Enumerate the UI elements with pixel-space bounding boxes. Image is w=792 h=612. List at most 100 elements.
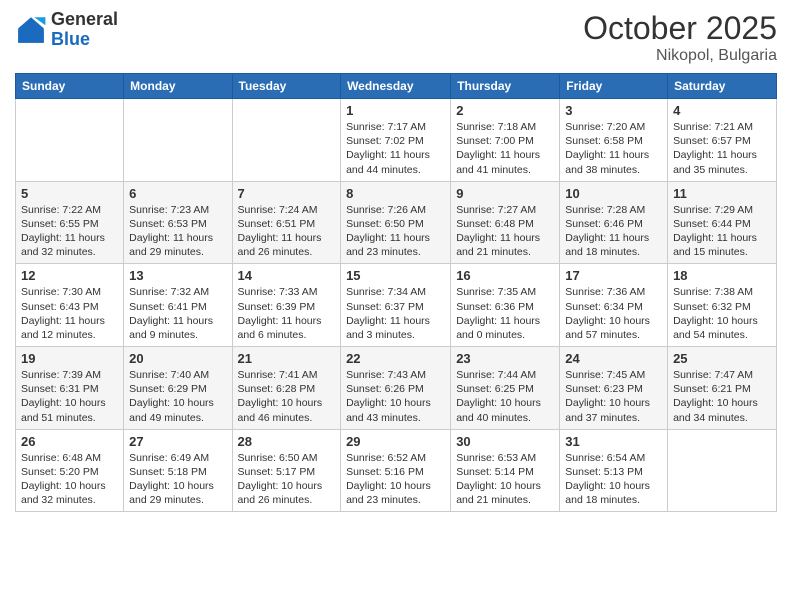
calendar-cell: 17Sunrise: 7:36 AMSunset: 6:34 PMDayligh… — [560, 264, 668, 347]
day-number: 30 — [456, 434, 554, 449]
day-number: 12 — [21, 268, 118, 283]
day-number: 9 — [456, 186, 554, 201]
day-number: 17 — [565, 268, 662, 283]
day-number: 1 — [346, 103, 445, 118]
calendar-cell: 5Sunrise: 7:22 AMSunset: 6:55 PMDaylight… — [16, 181, 124, 264]
day-info: Sunrise: 7:43 AMSunset: 6:26 PMDaylight:… — [346, 368, 445, 425]
logo-blue: Blue — [51, 30, 118, 50]
day-info: Sunrise: 6:48 AMSunset: 5:20 PMDaylight:… — [21, 451, 118, 508]
calendar-cell — [124, 99, 232, 182]
day-number: 7 — [238, 186, 336, 201]
day-info: Sunrise: 7:27 AMSunset: 6:48 PMDaylight:… — [456, 203, 554, 260]
calendar-cell: 4 Sunrise: 7:21 AMSunset: 6:57 PMDaylight… — [668, 99, 777, 182]
day-info: Sunrise: 7:28 AMSunset: 6:46 PMDaylight:… — [565, 203, 662, 260]
header-row: Sunday Monday Tuesday Wednesday Thursday… — [16, 74, 777, 99]
day-number: 21 — [238, 351, 336, 366]
calendar-cell: 10 Sunrise: 7:28 AMSunset: 6:46 PMDayligh… — [560, 181, 668, 264]
day-info: Sunrise: 7:41 AMSunset: 6:28 PMDaylight:… — [238, 368, 336, 425]
calendar-cell: 31 Sunrise: 6:54 AMSunset: 5:13 PMDayligh… — [560, 429, 668, 512]
calendar-body: 1Sunrise: 7:17 AMSunset: 7:02 PMDaylight… — [16, 99, 777, 512]
day-number: 20 — [129, 351, 226, 366]
day-number: 10 — [565, 186, 662, 201]
col-thursday: Thursday — [451, 74, 560, 99]
day-number: 29 — [346, 434, 445, 449]
day-info: Sunrise: 7:21 AMSunset: 6:57 PMDaylight:… — [673, 120, 771, 177]
calendar-cell: 9 Sunrise: 7:27 AMSunset: 6:48 PMDaylight… — [451, 181, 560, 264]
logo-general: General — [51, 10, 118, 30]
day-number: 15 — [346, 268, 445, 283]
day-info: Sunrise: 7:33 AMSunset: 6:39 PMDaylight:… — [238, 285, 336, 342]
calendar-cell: 3 Sunrise: 7:20 AMSunset: 6:58 PMDaylight… — [560, 99, 668, 182]
day-number: 18 — [673, 268, 771, 283]
calendar-week-3: 12 Sunrise: 7:30 AMSunset: 6:43 PMDayligh… — [16, 264, 777, 347]
calendar-cell: 27 Sunrise: 6:49 AMSunset: 5:18 PMDayligh… — [124, 429, 232, 512]
day-info: Sunrise: 7:18 AMSunset: 7:00 PMDaylight:… — [456, 120, 554, 177]
day-info: Sunrise: 7:34 AMSunset: 6:37 PMDaylight:… — [346, 285, 445, 342]
day-info: Sunrise: 7:20 AMSunset: 6:58 PMDaylight:… — [565, 120, 662, 177]
calendar-cell: 25 Sunrise: 7:47 AMSunset: 6:21 PMDayligh… — [668, 347, 777, 430]
day-info: Sunrise: 7:35 AMSunset: 6:36 PMDaylight:… — [456, 285, 554, 342]
day-number: 8 — [346, 186, 445, 201]
calendar-cell: 15 Sunrise: 7:34 AMSunset: 6:37 PMDayligh… — [341, 264, 451, 347]
day-info: Sunrise: 7:38 AMSunset: 6:32 PMDaylight:… — [673, 285, 771, 342]
calendar-week-5: 26 Sunrise: 6:48 AMSunset: 5:20 PMDayligh… — [16, 429, 777, 512]
day-number: 3 — [565, 103, 662, 118]
calendar-cell — [668, 429, 777, 512]
col-tuesday: Tuesday — [232, 74, 341, 99]
day-info: Sunrise: 7:45 AMSunset: 6:23 PMDaylight:… — [565, 368, 662, 425]
col-wednesday: Wednesday — [341, 74, 451, 99]
day-info: Sunrise: 7:26 AMSunset: 6:50 PMDaylight:… — [346, 203, 445, 260]
day-info: Sunrise: 6:49 AMSunset: 5:18 PMDaylight:… — [129, 451, 226, 508]
logo-text: General Blue — [51, 10, 118, 50]
calendar-cell: 7 Sunrise: 7:24 AMSunset: 6:51 PMDaylight… — [232, 181, 341, 264]
day-number: 16 — [456, 268, 554, 283]
day-info: Sunrise: 6:53 AMSunset: 5:14 PMDaylight:… — [456, 451, 554, 508]
day-number: 4 — [673, 103, 771, 118]
calendar-cell: 21 Sunrise: 7:41 AMSunset: 6:28 PMDayligh… — [232, 347, 341, 430]
day-number: 24 — [565, 351, 662, 366]
logo: General Blue — [15, 10, 118, 50]
calendar-cell: 20 Sunrise: 7:40 AMSunset: 6:29 PMDayligh… — [124, 347, 232, 430]
day-info: Sunrise: 7:40 AMSunset: 6:29 PMDaylight:… — [129, 368, 226, 425]
calendar-cell: 16 Sunrise: 7:35 AMSunset: 6:36 PMDayligh… — [451, 264, 560, 347]
month-title: October 2025 — [583, 10, 777, 47]
calendar-cell: 14 Sunrise: 7:33 AMSunset: 6:39 PMDayligh… — [232, 264, 341, 347]
day-number: 26 — [21, 434, 118, 449]
day-info: Sunrise: 7:30 AMSunset: 6:43 PMDaylight:… — [21, 285, 118, 342]
day-number: 13 — [129, 268, 226, 283]
day-number: 6 — [129, 186, 226, 201]
calendar-cell: 11Sunrise: 7:29 AMSunset: 6:44 PMDayligh… — [668, 181, 777, 264]
calendar-cell — [16, 99, 124, 182]
day-number: 14 — [238, 268, 336, 283]
calendar-cell: 22Sunrise: 7:43 AMSunset: 6:26 PMDayligh… — [341, 347, 451, 430]
day-info: Sunrise: 7:44 AMSunset: 6:25 PMDaylight:… — [456, 368, 554, 425]
calendar-table: Sunday Monday Tuesday Wednesday Thursday… — [15, 73, 777, 512]
day-number: 19 — [21, 351, 118, 366]
day-info: Sunrise: 6:54 AMSunset: 5:13 PMDaylight:… — [565, 451, 662, 508]
day-number: 23 — [456, 351, 554, 366]
day-info: Sunrise: 6:50 AMSunset: 5:17 PMDaylight:… — [238, 451, 336, 508]
day-number: 27 — [129, 434, 226, 449]
col-sunday: Sunday — [16, 74, 124, 99]
calendar-cell: 6Sunrise: 7:23 AMSunset: 6:53 PMDaylight… — [124, 181, 232, 264]
day-number: 2 — [456, 103, 554, 118]
day-info: Sunrise: 6:52 AMSunset: 5:16 PMDaylight:… — [346, 451, 445, 508]
calendar-header: Sunday Monday Tuesday Wednesday Thursday… — [16, 74, 777, 99]
logo-icon — [15, 14, 47, 46]
header: General Blue October 2025 Nikopol, Bulga… — [15, 10, 777, 65]
calendar-week-1: 1Sunrise: 7:17 AMSunset: 7:02 PMDaylight… — [16, 99, 777, 182]
day-info: Sunrise: 7:29 AMSunset: 6:44 PMDaylight:… — [673, 203, 771, 260]
location: Nikopol, Bulgaria — [583, 47, 777, 65]
day-info: Sunrise: 7:32 AMSunset: 6:41 PMDaylight:… — [129, 285, 226, 342]
day-info: Sunrise: 7:24 AMSunset: 6:51 PMDaylight:… — [238, 203, 336, 260]
day-info: Sunrise: 7:22 AMSunset: 6:55 PMDaylight:… — [21, 203, 118, 260]
calendar-cell: 8 Sunrise: 7:26 AMSunset: 6:50 PMDaylight… — [341, 181, 451, 264]
day-number: 25 — [673, 351, 771, 366]
calendar-cell: 1Sunrise: 7:17 AMSunset: 7:02 PMDaylight… — [341, 99, 451, 182]
day-number: 28 — [238, 434, 336, 449]
day-info: Sunrise: 7:47 AMSunset: 6:21 PMDaylight:… — [673, 368, 771, 425]
calendar-cell: 19Sunrise: 7:39 AMSunset: 6:31 PMDayligh… — [16, 347, 124, 430]
calendar-week-4: 19Sunrise: 7:39 AMSunset: 6:31 PMDayligh… — [16, 347, 777, 430]
day-number: 31 — [565, 434, 662, 449]
calendar-cell: 24 Sunrise: 7:45 AMSunset: 6:23 PMDayligh… — [560, 347, 668, 430]
